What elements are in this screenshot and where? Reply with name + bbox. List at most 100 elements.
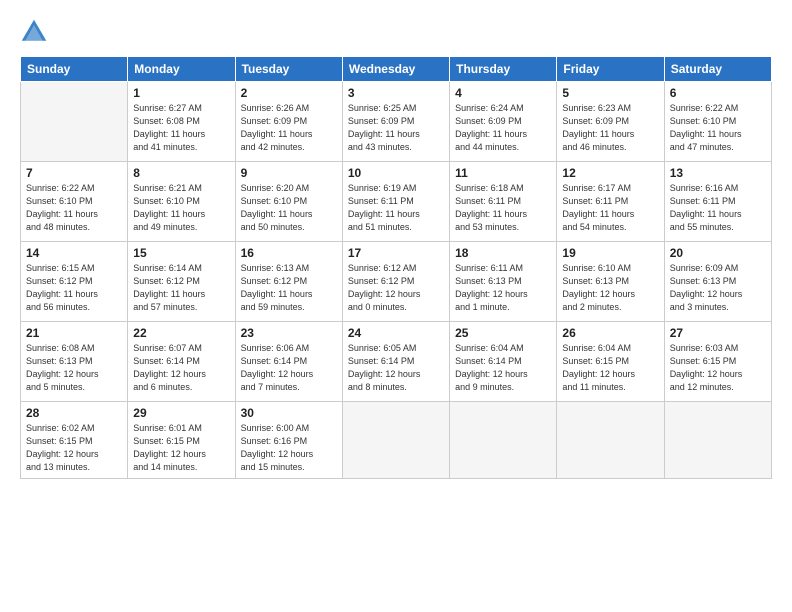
calendar-cell: 15Sunrise: 6:14 AM Sunset: 6:12 PM Dayli… bbox=[128, 242, 235, 322]
calendar-cell: 4 Sunrise: 6:24 AM Sunset: 6:09 PM Daylig… bbox=[450, 82, 557, 162]
day-number: 9 bbox=[241, 166, 337, 180]
cell-info: Sunrise: 6:10 AM Sunset: 6:13 PM Dayligh… bbox=[562, 262, 658, 314]
day-number: 20 bbox=[670, 246, 766, 260]
weekday-header-monday: Monday bbox=[128, 57, 235, 82]
calendar-cell: 12 Sunrise: 6:17 AM Sunset: 6:11 PM Dayli… bbox=[557, 162, 664, 242]
cell-info: Sunrise: 6:19 AM Sunset: 6:11 PM Dayligh… bbox=[348, 182, 444, 234]
cell-info: Sunrise: 6:00 AM Sunset: 6:16 PM Dayligh… bbox=[241, 422, 337, 474]
weekday-header-tuesday: Tuesday bbox=[235, 57, 342, 82]
cell-info: Sunrise: 6:08 AM Sunset: 6:13 PM Dayligh… bbox=[26, 342, 122, 394]
cell-info: Sunrise: 6:23 AM Sunset: 6:09 PM Dayligh… bbox=[562, 102, 658, 154]
day-number: 16 bbox=[241, 246, 337, 260]
calendar-cell: 13 Sunrise: 6:16 AM Sunset: 6:11 PM Dayli… bbox=[664, 162, 771, 242]
cell-info: Sunrise: 6:04 AM Sunset: 6:14 PM Dayligh… bbox=[455, 342, 551, 394]
day-number: 30 bbox=[241, 406, 337, 420]
cell-info: Sunrise: 6:26 AM Sunset: 6:09 PM Dayligh… bbox=[241, 102, 337, 154]
calendar-cell: 30 Sunrise: 6:00 AM Sunset: 6:16 PM Dayli… bbox=[235, 402, 342, 479]
cell-info: Sunrise: 6:05 AM Sunset: 6:14 PM Dayligh… bbox=[348, 342, 444, 394]
calendar-cell bbox=[557, 402, 664, 479]
calendar-cell: 29 Sunrise: 6:01 AM Sunset: 6:15 PM Dayli… bbox=[128, 402, 235, 479]
cell-info: Sunrise: 6:14 AM Sunset: 6:12 PM Dayligh… bbox=[133, 262, 229, 314]
day-number: 11 bbox=[455, 166, 551, 180]
day-number: 7 bbox=[26, 166, 122, 180]
cell-info: Sunrise: 6:17 AM Sunset: 6:11 PM Dayligh… bbox=[562, 182, 658, 234]
calendar-cell: 3 Sunrise: 6:25 AM Sunset: 6:09 PM Daylig… bbox=[342, 82, 449, 162]
calendar-cell: 26 Sunrise: 6:04 AM Sunset: 6:15 PM Dayli… bbox=[557, 322, 664, 402]
cell-info: Sunrise: 6:25 AM Sunset: 6:09 PM Dayligh… bbox=[348, 102, 444, 154]
calendar-cell: 18 Sunrise: 6:11 AM Sunset: 6:13 PM Dayli… bbox=[450, 242, 557, 322]
header bbox=[20, 18, 772, 46]
logo bbox=[20, 18, 52, 46]
day-number: 22 bbox=[133, 326, 229, 340]
cell-info: Sunrise: 6:15 AM Sunset: 6:12 PM Dayligh… bbox=[26, 262, 122, 314]
day-number: 18 bbox=[455, 246, 551, 260]
weekday-header-saturday: Saturday bbox=[664, 57, 771, 82]
day-number: 8 bbox=[133, 166, 229, 180]
day-number: 17 bbox=[348, 246, 444, 260]
logo-icon bbox=[20, 18, 48, 46]
day-number: 28 bbox=[26, 406, 122, 420]
day-number: 19 bbox=[562, 246, 658, 260]
day-number: 5 bbox=[562, 86, 658, 100]
cell-info: Sunrise: 6:04 AM Sunset: 6:15 PM Dayligh… bbox=[562, 342, 658, 394]
calendar-cell bbox=[21, 82, 128, 162]
calendar-cell: 2 Sunrise: 6:26 AM Sunset: 6:09 PM Daylig… bbox=[235, 82, 342, 162]
calendar-cell bbox=[450, 402, 557, 479]
cell-info: Sunrise: 6:20 AM Sunset: 6:10 PM Dayligh… bbox=[241, 182, 337, 234]
day-number: 24 bbox=[348, 326, 444, 340]
week-row-1: 1Sunrise: 6:27 AM Sunset: 6:08 PM Daylig… bbox=[21, 82, 772, 162]
day-number: 10 bbox=[348, 166, 444, 180]
calendar-cell: 16 Sunrise: 6:13 AM Sunset: 6:12 PM Dayli… bbox=[235, 242, 342, 322]
day-number: 25 bbox=[455, 326, 551, 340]
calendar-cell: 23 Sunrise: 6:06 AM Sunset: 6:14 PM Dayli… bbox=[235, 322, 342, 402]
calendar-cell bbox=[664, 402, 771, 479]
day-number: 3 bbox=[348, 86, 444, 100]
cell-info: Sunrise: 6:03 AM Sunset: 6:15 PM Dayligh… bbox=[670, 342, 766, 394]
week-row-4: 21 Sunrise: 6:08 AM Sunset: 6:13 PM Dayli… bbox=[21, 322, 772, 402]
week-row-3: 14 Sunrise: 6:15 AM Sunset: 6:12 PM Dayli… bbox=[21, 242, 772, 322]
calendar-cell: 1Sunrise: 6:27 AM Sunset: 6:08 PM Daylig… bbox=[128, 82, 235, 162]
cell-info: Sunrise: 6:24 AM Sunset: 6:09 PM Dayligh… bbox=[455, 102, 551, 154]
calendar-cell: 20Sunrise: 6:09 AM Sunset: 6:13 PM Dayli… bbox=[664, 242, 771, 322]
cell-info: Sunrise: 6:13 AM Sunset: 6:12 PM Dayligh… bbox=[241, 262, 337, 314]
day-number: 27 bbox=[670, 326, 766, 340]
calendar-cell: 19 Sunrise: 6:10 AM Sunset: 6:13 PM Dayli… bbox=[557, 242, 664, 322]
calendar-cell: 9 Sunrise: 6:20 AM Sunset: 6:10 PM Daylig… bbox=[235, 162, 342, 242]
cell-info: Sunrise: 6:21 AM Sunset: 6:10 PM Dayligh… bbox=[133, 182, 229, 234]
calendar-cell bbox=[342, 402, 449, 479]
calendar-cell: 8 Sunrise: 6:21 AM Sunset: 6:10 PM Daylig… bbox=[128, 162, 235, 242]
day-number: 26 bbox=[562, 326, 658, 340]
calendar-cell: 25 Sunrise: 6:04 AM Sunset: 6:14 PM Dayli… bbox=[450, 322, 557, 402]
day-number: 13 bbox=[670, 166, 766, 180]
weekday-header-wednesday: Wednesday bbox=[342, 57, 449, 82]
cell-info: Sunrise: 6:22 AM Sunset: 6:10 PM Dayligh… bbox=[670, 102, 766, 154]
weekday-header-sunday: Sunday bbox=[21, 57, 128, 82]
day-number: 4 bbox=[455, 86, 551, 100]
day-number: 14 bbox=[26, 246, 122, 260]
week-row-2: 7 Sunrise: 6:22 AM Sunset: 6:10 PM Daylig… bbox=[21, 162, 772, 242]
day-number: 29 bbox=[133, 406, 229, 420]
day-number: 2 bbox=[241, 86, 337, 100]
cell-info: Sunrise: 6:18 AM Sunset: 6:11 PM Dayligh… bbox=[455, 182, 551, 234]
day-number: 21 bbox=[26, 326, 122, 340]
calendar-cell: 14 Sunrise: 6:15 AM Sunset: 6:12 PM Dayli… bbox=[21, 242, 128, 322]
calendar-cell: 10 Sunrise: 6:19 AM Sunset: 6:11 PM Dayli… bbox=[342, 162, 449, 242]
cell-info: Sunrise: 6:01 AM Sunset: 6:15 PM Dayligh… bbox=[133, 422, 229, 474]
cell-info: Sunrise: 6:16 AM Sunset: 6:11 PM Dayligh… bbox=[670, 182, 766, 234]
calendar-table: SundayMondayTuesdayWednesdayThursdayFrid… bbox=[20, 56, 772, 479]
cell-info: Sunrise: 6:06 AM Sunset: 6:14 PM Dayligh… bbox=[241, 342, 337, 394]
cell-info: Sunrise: 6:11 AM Sunset: 6:13 PM Dayligh… bbox=[455, 262, 551, 314]
calendar-cell: 22Sunrise: 6:07 AM Sunset: 6:14 PM Dayli… bbox=[128, 322, 235, 402]
cell-info: Sunrise: 6:22 AM Sunset: 6:10 PM Dayligh… bbox=[26, 182, 122, 234]
day-number: 1 bbox=[133, 86, 229, 100]
calendar-cell: 6 Sunrise: 6:22 AM Sunset: 6:10 PM Daylig… bbox=[664, 82, 771, 162]
weekday-header-friday: Friday bbox=[557, 57, 664, 82]
calendar-cell: 7 Sunrise: 6:22 AM Sunset: 6:10 PM Daylig… bbox=[21, 162, 128, 242]
day-number: 6 bbox=[670, 86, 766, 100]
week-row-5: 28 Sunrise: 6:02 AM Sunset: 6:15 PM Dayli… bbox=[21, 402, 772, 479]
day-number: 23 bbox=[241, 326, 337, 340]
calendar-cell: 24 Sunrise: 6:05 AM Sunset: 6:14 PM Dayli… bbox=[342, 322, 449, 402]
calendar-cell: 27 Sunrise: 6:03 AM Sunset: 6:15 PM Dayli… bbox=[664, 322, 771, 402]
cell-info: Sunrise: 6:02 AM Sunset: 6:15 PM Dayligh… bbox=[26, 422, 122, 474]
day-number: 12 bbox=[562, 166, 658, 180]
